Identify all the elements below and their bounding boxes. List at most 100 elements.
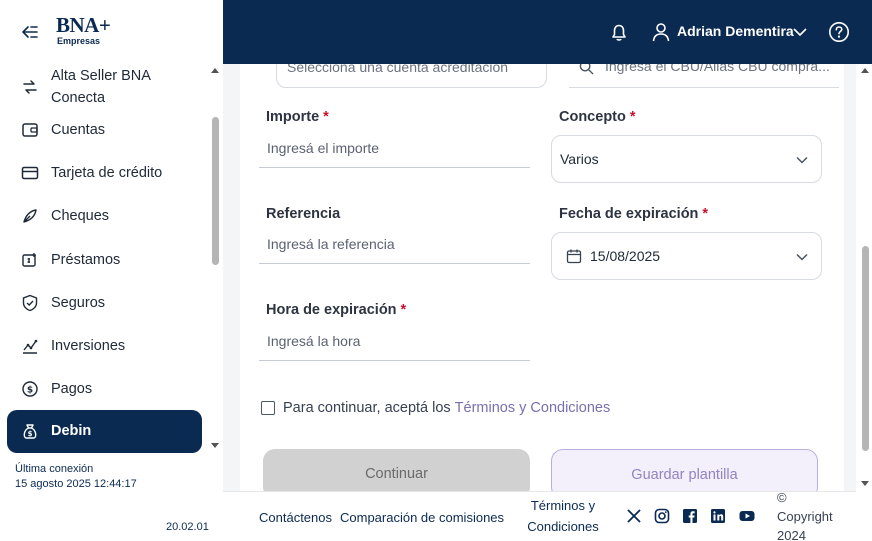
- chevron-down-icon[interactable]: [792, 24, 808, 40]
- topbar: Adrian Dementira: [223, 0, 872, 64]
- chevron-down-icon: [796, 253, 808, 261]
- copyright-year: 2024: [777, 528, 806, 541]
- last-connection-value: 15 agosto 2025 12:44:17: [15, 478, 137, 490]
- facebook-icon[interactable]: [682, 508, 698, 524]
- expiration-date-value: 15/08/2025: [590, 248, 661, 264]
- required-mark: *: [323, 109, 329, 125]
- terms-link[interactable]: Términos y Condiciones: [455, 400, 611, 416]
- sidebar-item-alta-seller[interactable]: Alta Seller BNA Conecta: [7, 64, 202, 110]
- brand-logo: BNA+ Empresas: [56, 13, 111, 46]
- sidebar-item-label: Pagos: [51, 381, 93, 397]
- sidebar-item-inversiones[interactable]: Inversiones: [7, 335, 202, 357]
- collapse-icon[interactable]: [20, 22, 40, 42]
- footer-terms-link[interactable]: Términos y Condiciones: [527, 495, 599, 537]
- content-scrollbar[interactable]: [862, 246, 869, 451]
- sidebar-item-cheques[interactable]: Cheques: [7, 205, 202, 227]
- sidebar-scroll-down[interactable]: [211, 443, 219, 448]
- brand-sub: Empresas: [57, 36, 101, 46]
- sidebar-item-seguros[interactable]: Seguros: [7, 292, 202, 314]
- sidebar-item-prestamos[interactable]: Préstamos: [7, 249, 202, 271]
- reference-input[interactable]: [259, 224, 530, 263]
- expiration-time-label-text: Hora de expiración: [266, 302, 397, 318]
- sidebar-scrollbar[interactable]: [212, 117, 219, 265]
- content-scroll-up[interactable]: [861, 68, 869, 73]
- account-select[interactable]: Seleccioná una cuenta acreditación: [276, 64, 547, 88]
- sidebar-nav: Alta Seller BNA Conecta Cuentas Tarjeta …: [0, 64, 210, 456]
- svg-text:$: $: [28, 430, 33, 438]
- terms-row: Para continuar, aceptá los Términos y Co…: [261, 400, 610, 416]
- wallet-icon: [22, 123, 38, 137]
- shield-icon: [22, 294, 38, 312]
- concept-value: Varios: [560, 151, 599, 167]
- cbu-search-placeholder: Ingresá el CBU/Alias CBU compra...: [605, 64, 830, 74]
- required-mark: *: [702, 206, 709, 222]
- reference-field[interactable]: [259, 224, 530, 264]
- user-icon[interactable]: [650, 21, 672, 43]
- sidebar-item-label: Cuentas: [51, 122, 106, 138]
- svg-text:$: $: [27, 386, 33, 396]
- linkedin-icon[interactable]: [710, 508, 726, 524]
- amount-input[interactable]: [259, 128, 530, 167]
- sidebar-item-label: Debin: [51, 423, 92, 439]
- app-version: 20.02.01: [166, 521, 209, 533]
- brand-name: BNA+: [56, 13, 111, 37]
- money-bag-icon: $: [23, 424, 37, 439]
- sidebar-item-pagos[interactable]: $ Pagos: [7, 378, 202, 400]
- concept-label-text: Concepto: [559, 109, 626, 125]
- bell-icon[interactable]: [608, 21, 630, 43]
- content-scroll-down[interactable]: [861, 481, 869, 486]
- footer-terms-line1: Términos y: [530, 498, 596, 513]
- sidebar-item-label: Préstamos: [51, 252, 121, 268]
- sidebar-scroll-up[interactable]: [211, 68, 219, 73]
- expiration-date-picker[interactable]: 15/08/2025: [551, 232, 822, 280]
- amount-label-text: Importe: [266, 109, 320, 125]
- sidebar-item-label: Seguros: [51, 295, 106, 311]
- chart-icon: [23, 339, 38, 354]
- required-mark: *: [400, 302, 407, 318]
- help-icon[interactable]: [828, 21, 850, 43]
- footer-terms-line2: Condiciones: [527, 519, 599, 534]
- sidebar-item-label: Cheques: [51, 208, 110, 224]
- amount-field[interactable]: [259, 128, 530, 168]
- cbu-search-input[interactable]: Ingresá el CBU/Alias CBU compra...: [569, 64, 839, 88]
- expiration-time-input[interactable]: [259, 321, 530, 360]
- sidebar-item-tarjeta[interactable]: Tarjeta de crédito: [7, 162, 202, 184]
- sidebar-item-label: Tarjeta de crédito: [51, 165, 163, 181]
- x-icon[interactable]: [626, 508, 642, 524]
- instagram-icon[interactable]: [654, 508, 670, 524]
- debin-form-card: Seleccioná una cuenta acreditación Ingre…: [240, 64, 844, 491]
- terms-text: Para continuar, aceptá los: [283, 400, 451, 416]
- expiration-date-label: Fecha de expiración *: [559, 206, 708, 222]
- amount-label: Importe *: [266, 109, 329, 125]
- continue-button[interactable]: Continuar: [263, 449, 530, 491]
- footer-commissions-link[interactable]: Comparación de comisiones: [340, 507, 504, 528]
- sidebar-item-cuentas[interactable]: Cuentas: [7, 119, 202, 141]
- last-connection-label: Última conexión: [15, 463, 94, 475]
- loan-icon: [22, 253, 36, 267]
- calendar-icon: [566, 249, 582, 264]
- feather-icon: [23, 209, 37, 223]
- reference-label-text: Referencia: [266, 206, 341, 222]
- expiration-date-label-text: Fecha de expiración: [559, 206, 699, 222]
- youtube-icon[interactable]: [739, 508, 755, 524]
- terms-checkbox[interactable]: [261, 401, 275, 415]
- copyright-symbol: ©: [777, 490, 787, 505]
- copyright-word: Copyright: [777, 509, 833, 524]
- sidebar-item-debin[interactable]: $ Debin: [7, 410, 202, 453]
- chevron-down-icon: [796, 156, 808, 164]
- footer-contact-link[interactable]: Contáctenos: [259, 507, 332, 528]
- coin-icon: $: [22, 381, 38, 397]
- concept-select[interactable]: Varios: [551, 135, 822, 183]
- sidebar: BNA+ Empresas Alta Seller BNA Conecta Cu…: [0, 0, 223, 541]
- save-template-button[interactable]: Guardar plantilla: [551, 449, 818, 491]
- sidebar-item-label: Inversiones: [51, 338, 126, 354]
- required-mark: *: [629, 109, 636, 125]
- user-name[interactable]: Adrian Dementira: [677, 23, 794, 39]
- concept-label: Concepto *: [559, 109, 636, 125]
- copyright: © Copyright 2024: [777, 488, 833, 541]
- expiration-time-field[interactable]: [259, 321, 530, 361]
- last-connection: Última conexión 15 agosto 2025 12:44:17: [15, 462, 137, 492]
- footer: Contáctenos Comparación de comisiones Té…: [223, 488, 856, 541]
- expiration-time-label: Hora de expiración *: [266, 302, 406, 318]
- search-icon: [579, 64, 594, 75]
